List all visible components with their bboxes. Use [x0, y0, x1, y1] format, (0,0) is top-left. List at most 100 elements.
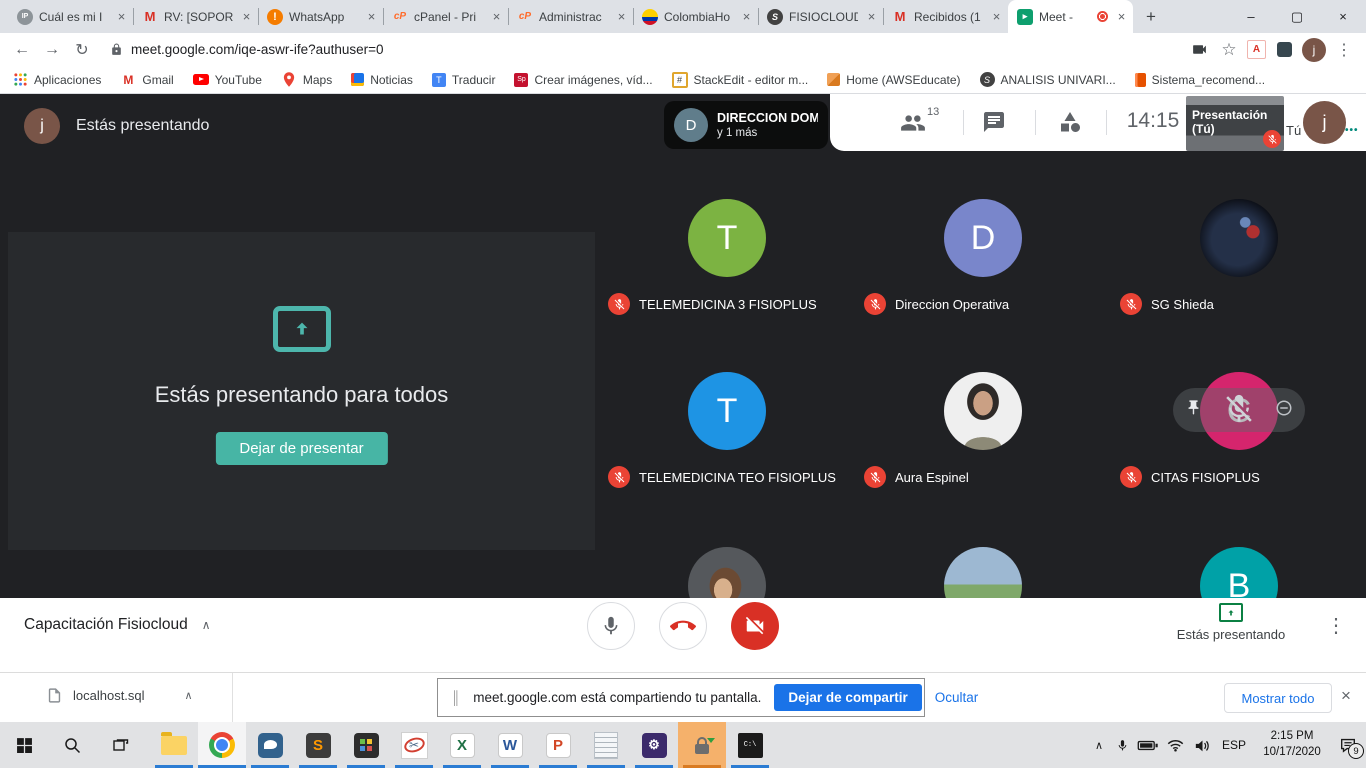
tab-recibidos[interactable]: M Recibidos (1 ×: [883, 0, 1008, 33]
tab-close-icon[interactable]: ×: [114, 9, 129, 24]
meet-stage: j Estás presentando D DIRECCION DOMICI..…: [0, 94, 1366, 598]
eclipse-taskbar-icon[interactable]: ⚙: [630, 722, 678, 768]
minimize-button[interactable]: –: [1228, 0, 1274, 33]
tab-administrac[interactable]: cP Administrac ×: [508, 0, 633, 33]
close-window-button[interactable]: ×: [1320, 0, 1366, 33]
activities-button[interactable]: [1058, 110, 1082, 139]
filezilla-taskbar-icon[interactable]: [678, 722, 726, 768]
pgadmin-taskbar-icon[interactable]: [246, 722, 294, 768]
bookmark-sistema[interactable]: Sistema_recomend...: [1135, 73, 1265, 87]
camera-off-button[interactable]: [731, 602, 779, 650]
tab-meet-active[interactable]: ▸ Meet - ×: [1008, 0, 1133, 33]
tray-battery-icon[interactable]: [1134, 722, 1162, 768]
tray-wifi-icon[interactable]: [1162, 722, 1188, 768]
bookmark-label: YouTube: [215, 73, 262, 87]
bookmark-maps[interactable]: Maps: [281, 72, 332, 88]
task-view-button[interactable]: [96, 722, 144, 768]
cmd-taskbar-icon[interactable]: C:\: [726, 722, 774, 768]
snipping-tool-taskbar-icon[interactable]: ✂: [390, 722, 438, 768]
bookmark-aplicaciones[interactable]: Aplicaciones: [12, 72, 101, 88]
tab-whatsapp[interactable]: ! WhatsApp ×: [258, 0, 383, 33]
restore-button[interactable]: ▢: [1274, 0, 1320, 33]
presentation-thumbnail[interactable]: Presentación (Tú): [1186, 96, 1284, 151]
tab-close-icon[interactable]: ×: [614, 9, 629, 24]
close-shelf-icon[interactable]: ×: [1341, 686, 1351, 706]
notepad-taskbar-icon[interactable]: [582, 722, 630, 768]
participant-label: CITAS FISIOPLUS: [1120, 466, 1260, 488]
participants-button[interactable]: [900, 110, 926, 141]
meeting-name[interactable]: Capacitación Fisiocloud ∧: [24, 616, 211, 634]
whatsapp-favicon: !: [267, 9, 283, 25]
download-item[interactable]: localhost.sql ∧: [46, 687, 193, 704]
tab-close-icon[interactable]: ×: [989, 9, 1004, 24]
download-menu-chevron-icon[interactable]: ∧: [185, 689, 193, 702]
bookmark-star-icon[interactable]: ☆: [1217, 38, 1241, 62]
tab-colombia[interactable]: ColombiaHo ×: [633, 0, 758, 33]
hang-up-button[interactable]: [659, 602, 707, 650]
bookmark-spark[interactable]: Sp Crear imágenes, víd...: [514, 73, 652, 87]
tab-close-icon[interactable]: ×: [489, 9, 504, 24]
bookmark-analisis[interactable]: S ANALISIS UNIVARI...: [980, 72, 1116, 87]
more-options-icon[interactable]: ⋮: [1326, 613, 1346, 638]
tab-close-icon[interactable]: ×: [239, 9, 254, 24]
divider: [1106, 110, 1107, 135]
bookmark-youtube[interactable]: YouTube: [193, 73, 262, 87]
self-tile-menu-icon[interactable]: •••: [1345, 125, 1359, 136]
pdf-extension-icon[interactable]: A: [1247, 40, 1266, 59]
tab-cpanel[interactable]: cP cPanel - Pri ×: [383, 0, 508, 33]
download-filename: localhost.sql: [73, 688, 145, 703]
powerpoint-taskbar-icon[interactable]: P: [534, 722, 582, 768]
tray-mic-icon[interactable]: [1110, 722, 1134, 768]
participant-name: Direccion Operativa: [895, 297, 1009, 312]
tray-expand-icon[interactable]: ∧: [1088, 722, 1110, 768]
tab-close-icon[interactable]: ×: [864, 9, 879, 24]
reload-button[interactable]: ↻: [70, 40, 94, 60]
word-taskbar-icon[interactable]: W: [486, 722, 534, 768]
system-tray: ∧ ESP 2:15 PM 10/17/2020 9: [1088, 722, 1364, 768]
tab-cual-es-mi-ip[interactable]: IP Cuál es mi I ×: [8, 0, 133, 33]
window-controls: – ▢ ×: [1228, 0, 1366, 33]
bookmark-gmail[interactable]: M Gmail: [120, 72, 173, 88]
remove-participant-icon[interactable]: [1275, 399, 1293, 422]
excel-taskbar-icon[interactable]: X: [438, 722, 486, 768]
tray-volume-icon[interactable]: [1188, 722, 1216, 768]
hide-banner-link[interactable]: Ocultar: [935, 690, 979, 705]
start-button[interactable]: [0, 722, 48, 768]
stop-presenting-button[interactable]: Dejar de presentar: [215, 432, 387, 465]
back-button[interactable]: ←: [10, 41, 34, 59]
sublime-taskbar-icon[interactable]: S: [294, 722, 342, 768]
mobaxterm-taskbar-icon[interactable]: [342, 722, 390, 768]
tab-close-icon[interactable]: ×: [364, 9, 379, 24]
bookmark-traducir[interactable]: T Traducir: [432, 73, 496, 87]
browser-menu-icon[interactable]: ⋮: [1332, 38, 1356, 62]
search-button[interactable]: [48, 722, 96, 768]
bookmark-stackedit[interactable]: # StackEdit - editor m...: [672, 72, 809, 88]
clock[interactable]: 2:15 PM 10/17/2020: [1252, 722, 1332, 768]
language-indicator[interactable]: ESP: [1216, 722, 1252, 768]
file-explorer-taskbar-icon[interactable]: [150, 722, 198, 768]
address-bar[interactable]: meet.google.com/iqe-aswr-ife?authuser=0: [100, 42, 1181, 57]
mic-button[interactable]: [587, 602, 635, 650]
stop-sharing-button[interactable]: Dejar de compartir: [774, 684, 921, 711]
pin-participant-icon[interactable]: [1185, 399, 1202, 421]
extension-icon[interactable]: [1272, 38, 1296, 62]
chat-button[interactable]: [982, 110, 1006, 139]
self-avatar[interactable]: j: [1303, 101, 1346, 144]
presenting-status[interactable]: Estás presentando: [1156, 603, 1306, 642]
tab-close-icon[interactable]: ×: [1114, 9, 1129, 24]
action-center-icon[interactable]: 9: [1332, 722, 1364, 768]
bookmark-awseducate[interactable]: Home (AWSEducate): [827, 73, 960, 87]
forward-button[interactable]: →: [40, 41, 64, 59]
pinned-participant-pill[interactable]: D DIRECCION DOMICI... y 1 más: [664, 101, 828, 149]
profile-avatar[interactable]: j: [1302, 38, 1326, 62]
tab-fisiocloud[interactable]: S FISIOCLOUD ×: [758, 0, 883, 33]
you-label: Tú: [1286, 123, 1301, 138]
chrome-taskbar-icon[interactable]: [198, 722, 246, 768]
tab-camera-indicator-icon[interactable]: [1187, 38, 1211, 62]
mute-participant-icon[interactable]: [1222, 392, 1256, 431]
bookmark-noticias[interactable]: Noticias: [351, 73, 413, 87]
show-all-downloads-button[interactable]: Mostrar todo: [1224, 683, 1332, 713]
tab-close-icon[interactable]: ×: [739, 9, 754, 24]
new-tab-button[interactable]: +: [1137, 3, 1165, 31]
tab-rv-sopor[interactable]: M RV: [SOPOR ×: [133, 0, 258, 33]
